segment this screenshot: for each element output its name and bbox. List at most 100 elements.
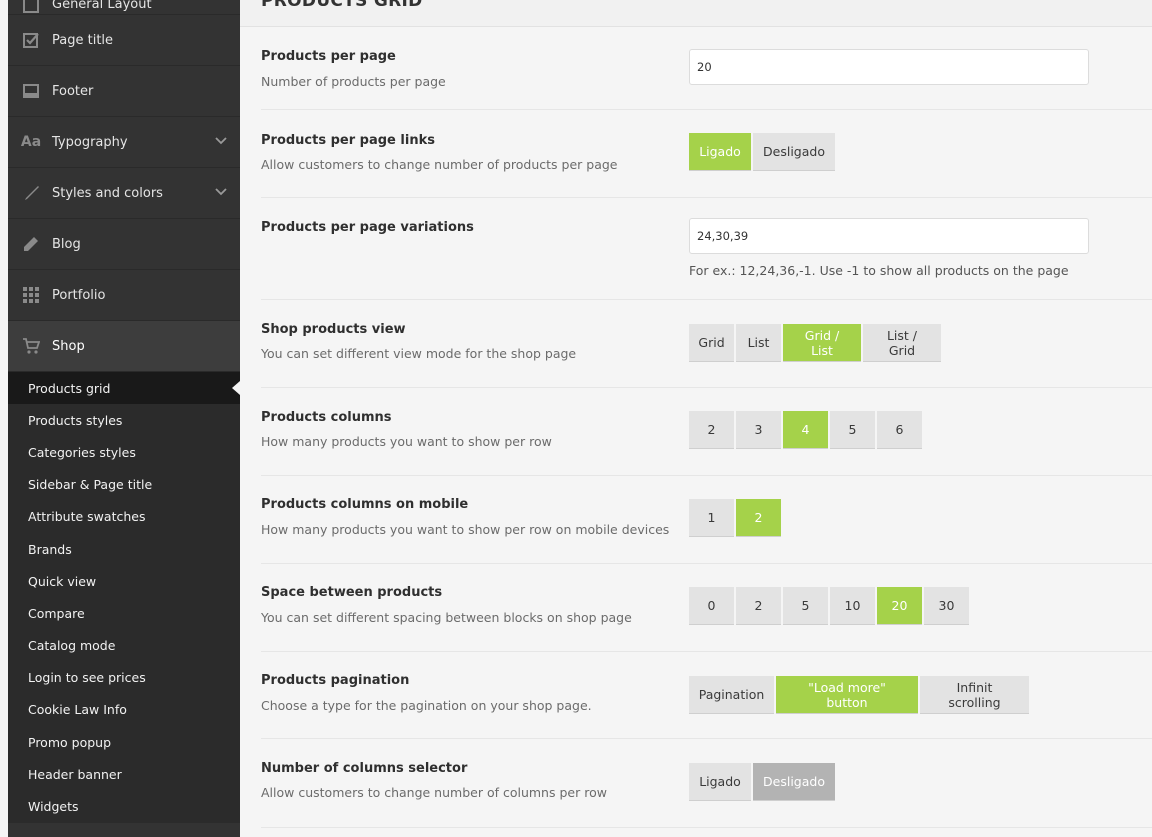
shop-submenu: Products grid Products styles Categories… xyxy=(8,372,240,823)
pagination-options: Pagination "Load more" button Infinit sc… xyxy=(689,676,1031,713)
setting-desc: How many products you want to show per r… xyxy=(261,434,552,449)
setting-hint: For ex.: 12,24,36,-1. Use -1 to show all… xyxy=(689,263,1069,278)
setting-label: Products columns on mobile xyxy=(261,497,469,512)
sidebar-item-portfolio[interactable]: Portfolio xyxy=(8,270,240,321)
brush-icon xyxy=(21,183,41,203)
spacing-option-2[interactable]: 2 xyxy=(736,587,781,624)
submenu-item-cookie-law[interactable]: Cookie Law Info xyxy=(8,694,240,726)
view-grid-list-button[interactable]: Grid / List xyxy=(783,324,861,361)
submenu-item-brands[interactable]: Brands xyxy=(8,533,240,565)
columns-options: 2 3 4 5 6 xyxy=(689,411,924,448)
products-per-page-input[interactable] xyxy=(689,49,1089,85)
per-page-variations-input[interactable] xyxy=(689,218,1089,254)
setting-per-page-variations: Products per page variations For ex.: 12… xyxy=(261,198,1152,300)
setting-pagination: Products pagination Choose a type for th… xyxy=(261,652,1152,739)
sidebar-item-general-layout[interactable]: General Layout xyxy=(8,0,240,15)
grid-icon xyxy=(21,285,41,305)
mobile-columns-option-2[interactable]: 2 xyxy=(736,499,781,536)
sidebar-item-typography[interactable]: Aa Typography xyxy=(8,117,240,168)
setting-label: Products per page xyxy=(261,49,396,64)
chevron-down-icon xyxy=(215,188,227,196)
pagination-option-pagination[interactable]: Pagination xyxy=(689,676,774,713)
submenu-item-sidebar-page-title[interactable]: Sidebar & Page title xyxy=(8,469,240,501)
columns-option-6[interactable]: 6 xyxy=(877,411,922,448)
sidebar-item-label: General Layout xyxy=(52,0,152,12)
sidebar-item-label: Shop xyxy=(52,338,85,354)
setting-label: Shop products view xyxy=(261,322,406,337)
spacing-option-5[interactable]: 5 xyxy=(783,587,828,624)
spacing-option-20[interactable]: 20 xyxy=(877,587,922,624)
toggle-off-button[interactable]: Desligado xyxy=(753,133,835,170)
setting-desc: Allow customers to change number of prod… xyxy=(261,157,618,172)
mobile-columns-option-1[interactable]: 1 xyxy=(689,499,734,536)
sidebar-item-label: Styles and colors xyxy=(52,185,163,201)
setting-desc: You can set different spacing between bl… xyxy=(261,610,632,625)
sidebar-item-footer[interactable]: Footer xyxy=(8,66,240,117)
setting-columns-mobile: Products columns on mobile How many prod… xyxy=(261,476,1152,564)
setting-desc: Choose a type for the pagination on your… xyxy=(261,698,592,713)
setting-label: Space between products xyxy=(261,585,443,600)
submenu-item-header-banner[interactable]: Header banner xyxy=(8,758,240,790)
sidebar-item-label: Portfolio xyxy=(52,287,106,303)
sidebar-item-label: Footer xyxy=(52,83,94,99)
submenu-item-login-prices[interactable]: Login to see prices xyxy=(8,662,240,694)
toggle-on-button[interactable]: Ligado xyxy=(689,133,751,170)
sidebar-item-shop[interactable]: Shop xyxy=(8,321,240,372)
setting-label: Number of columns selector xyxy=(261,761,468,776)
columns-option-4[interactable]: 4 xyxy=(783,411,828,448)
pencil-icon xyxy=(21,234,41,254)
page-title: PRODUCTS GRID xyxy=(261,0,423,11)
submenu-item-quick-view[interactable]: Quick view xyxy=(8,565,240,597)
view-list-grid-button[interactable]: List / Grid xyxy=(863,324,941,361)
submenu-item-products-styles[interactable]: Products styles xyxy=(8,404,240,436)
sidebar: General Layout Page title Footer Aa Typo… xyxy=(8,0,240,837)
spacing-option-30[interactable]: 30 xyxy=(924,587,969,624)
submenu-item-compare[interactable]: Compare xyxy=(8,597,240,629)
setting-columns-selector: Number of columns selector Allow custome… xyxy=(261,739,1152,828)
submenu-item-categories-styles[interactable]: Categories styles xyxy=(8,436,240,468)
submenu-item-products-grid[interactable]: Products grid xyxy=(8,372,240,405)
columns-option-5[interactable]: 5 xyxy=(830,411,875,448)
sidebar-item-blog[interactable]: Blog xyxy=(8,219,240,270)
setting-label: Products per page links xyxy=(261,133,435,148)
view-grid-button[interactable]: Grid xyxy=(689,324,734,361)
sidebar-item-styles-colors[interactable]: Styles and colors xyxy=(8,168,240,219)
spacing-option-10[interactable]: 10 xyxy=(830,587,875,624)
columns-selector-toggle: Ligado Desligado xyxy=(689,763,837,800)
submenu-item-widgets[interactable]: Widgets xyxy=(8,790,240,822)
toggle-on-button[interactable]: Ligado xyxy=(689,763,751,800)
sidebar-item-page-title[interactable]: Page title xyxy=(8,15,240,66)
setting-label: Products columns xyxy=(261,410,392,425)
toggle-off-button[interactable]: Desligado xyxy=(753,763,835,800)
setting-spacing: Space between products You can set diffe… xyxy=(261,564,1152,652)
sidebar-item-label: Blog xyxy=(52,236,81,252)
layout-icon xyxy=(21,0,41,15)
per-page-links-toggle: Ligado Desligado xyxy=(689,133,837,170)
main-panel: PRODUCTS GRID Products per page Number o… xyxy=(240,0,1152,837)
setting-per-page-links: Products per page links Allow customers … xyxy=(261,110,1152,198)
setting-columns: Products columns How many products you w… xyxy=(261,388,1152,476)
sidebar-item-label: Typography xyxy=(52,134,128,150)
cart-icon xyxy=(21,336,41,356)
chevron-down-icon xyxy=(215,137,227,145)
setting-shop-view: Shop products view You can set different… xyxy=(261,300,1152,388)
submenu-item-attribute-swatches[interactable]: Attribute swatches xyxy=(8,501,240,533)
submenu-item-catalog-mode[interactable]: Catalog mode xyxy=(8,630,240,662)
spacing-options: 0 2 5 10 20 30 xyxy=(689,587,971,624)
setting-desc: Number of products per page xyxy=(261,74,446,89)
shop-view-options: Grid List Grid / List List / Grid xyxy=(689,324,943,361)
columns-option-2[interactable]: 2 xyxy=(689,411,734,448)
columns-option-3[interactable]: 3 xyxy=(736,411,781,448)
setting-desc: How many products you want to show per r… xyxy=(261,522,670,537)
spacing-option-0[interactable]: 0 xyxy=(689,587,734,624)
submenu-item-promo-popup[interactable]: Promo popup xyxy=(8,726,240,758)
pagination-option-load-more[interactable]: "Load more" button xyxy=(776,676,918,713)
setting-desc: Allow customers to change number of colu… xyxy=(261,785,607,800)
setting-desc: You can set different view mode for the … xyxy=(261,346,577,361)
setting-label: Products per page variations xyxy=(261,220,474,235)
pagination-option-infinite[interactable]: Infinit scrolling xyxy=(920,676,1029,713)
setting-products-per-page: Products per page Number of products per… xyxy=(261,27,1152,110)
columns-mobile-options: 1 2 xyxy=(689,499,783,536)
view-list-button[interactable]: List xyxy=(736,324,781,361)
setting-label: Products pagination xyxy=(261,673,410,688)
